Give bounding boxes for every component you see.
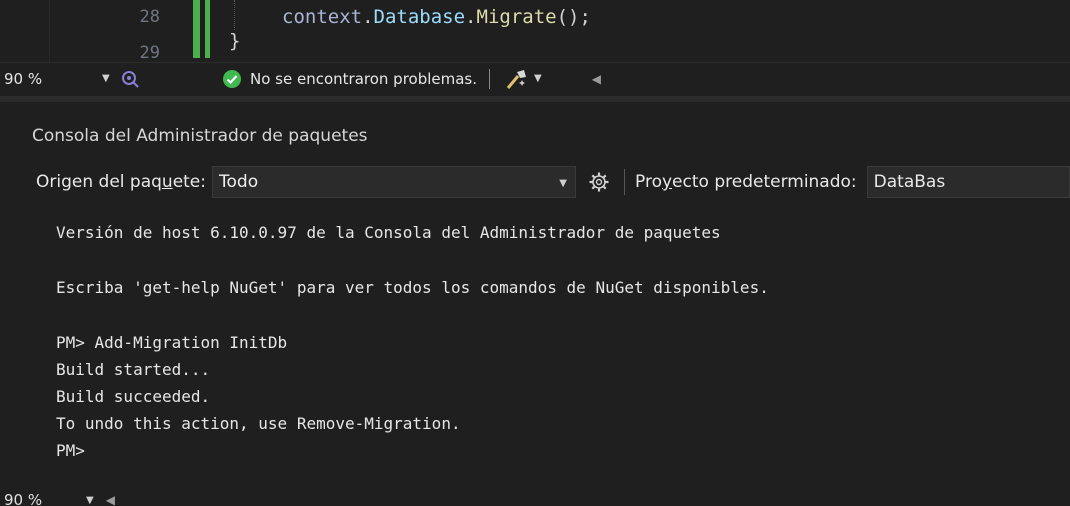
default-project-value: DataBas <box>873 172 946 192</box>
chevron-down-icon: ▼ <box>102 73 110 84</box>
panel-title: Consola del Administrador de paquetes <box>32 126 368 146</box>
chevron-down-icon[interactable]: ▼ <box>86 495 94 506</box>
chevron-down-icon: ▼ <box>559 178 567 189</box>
cleanup-brush-icon[interactable] <box>504 68 530 90</box>
package-source-label: Origen del paquete: <box>36 172 206 192</box>
package-source-value: Todo <box>219 172 259 192</box>
console-output[interactable]: Versión de host 6.10.0.97 de la Consola … <box>0 210 1070 470</box>
console-prompt[interactable]: PM> <box>56 440 85 462</box>
zoom-level: 90 % <box>4 69 43 88</box>
editor-zoom-dropdown[interactable]: 90 % ▼ <box>0 66 180 92</box>
chevron-left-icon[interactable]: ◀ <box>592 72 601 86</box>
separator <box>489 68 491 89</box>
code-line[interactable]: 28 context.Database.Migrate(); <box>0 0 1070 30</box>
panel-header[interactable]: Consola del Administrador de paquetes <box>0 102 1070 156</box>
line-number: 29 <box>139 43 160 62</box>
default-project-dropdown[interactable]: DataBas <box>866 166 1070 198</box>
health-icon[interactable] <box>120 69 140 89</box>
console-status-bar: 90 % ▼ ◀ <box>0 488 1070 506</box>
change-indicator <box>205 0 210 30</box>
chevron-down-icon[interactable]: ▼ <box>534 73 542 84</box>
line-number: 28 <box>139 7 160 27</box>
editor-status-bar: 90 % ▼ No se encontraron problemas. ▼ ◀ <box>0 62 1070 94</box>
package-source-dropdown[interactable]: Todo ▼ <box>212 166 576 198</box>
console-line: PM> Add-Migration InitDb <box>56 333 288 352</box>
console-zoom-dropdown[interactable]: 90 % <box>0 491 86 506</box>
horizontal-scrollbar[interactable] <box>601 66 1070 92</box>
code-line[interactable]: 29 } <box>0 30 1070 62</box>
console-line: Build started... <box>56 360 211 379</box>
indent-guide <box>234 0 235 30</box>
console-line: Build succeeded. <box>56 387 211 406</box>
change-indicator <box>193 30 200 58</box>
change-indicator <box>193 0 200 30</box>
default-project-label: Proyecto predeterminado: <box>635 172 857 192</box>
problems-status[interactable]: No se encontraron problemas. <box>250 70 477 88</box>
console-line: Versión de host 6.10.0.97 de la Consola … <box>56 223 721 242</box>
code-text: } <box>229 30 241 52</box>
console-line: Escriba 'get-help NuGet' para ver todos … <box>56 278 769 297</box>
change-indicator <box>205 30 210 58</box>
console-line: To undo this action, use Remove-Migratio… <box>56 414 461 433</box>
check-circle-icon <box>223 69 241 88</box>
separator <box>624 169 625 195</box>
package-manager-console-panel: Consola del Administrador de paquetes Or… <box>0 96 1070 506</box>
gear-icon[interactable] <box>588 171 610 193</box>
code-editor[interactable]: 28 context.Database.Migrate(); 29 } <box>0 0 1070 62</box>
code-text: context.Database.Migrate(); <box>282 6 591 28</box>
console-toolbar: Origen del paquete: Todo ▼ Proyecto pred… <box>0 162 1070 202</box>
chevron-left-icon[interactable]: ◀ <box>106 493 115 506</box>
